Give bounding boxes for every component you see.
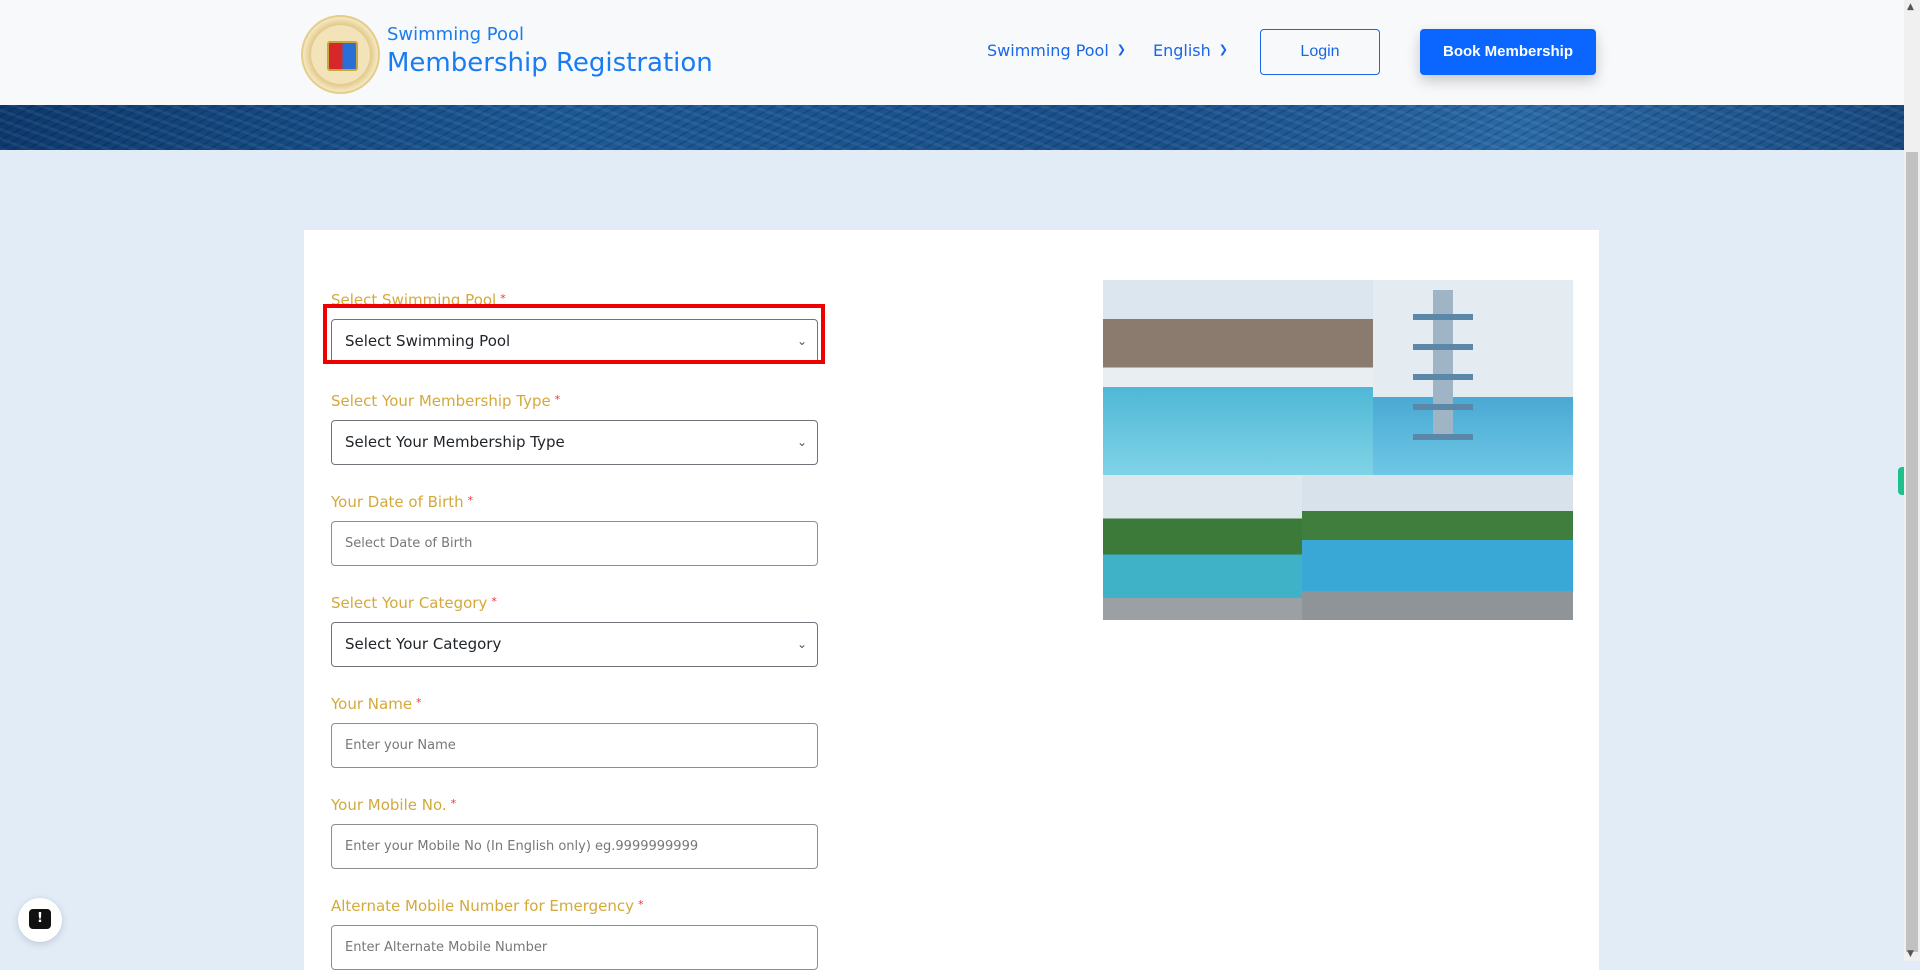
registration-card: Select Swimming Pool * Select Swimming Poo… [304, 230, 1599, 970]
scroll-up-icon[interactable]: ▲ [1907, 2, 1914, 12]
label-text: Select Swimming Pool [331, 291, 497, 309]
scrollbar[interactable]: ▲ ▼ [1904, 0, 1920, 961]
field-5: Your Mobile No. * Enter your Mobile No (In… [331, 796, 818, 869]
chevron-down-icon: ⌄ [796, 435, 807, 449]
pool-photo [1103, 475, 1302, 620]
site-title: Membership Registration [387, 48, 713, 78]
select-dropdown[interactable]: Select Swimming Pool ⌄ [331, 319, 818, 364]
required-mark: * [500, 292, 506, 305]
text-input[interactable]: Select Date of Birth [331, 521, 818, 566]
pool-photo [1302, 475, 1573, 620]
input-placeholder: Enter your Name [345, 738, 456, 753]
header: Swimming Pool Membership Registration Sw… [0, 0, 1904, 105]
nav-label: English [1153, 41, 1211, 60]
field-label: Your Name * [331, 695, 818, 715]
field-4: Your Name * Enter your Name [331, 695, 818, 768]
field-0: Select Swimming Pool * Select Swimming Poo… [331, 291, 818, 364]
field-label: Your Mobile No. * [331, 796, 818, 816]
field-label: Alternate Mobile Number for Emergency * [331, 897, 818, 917]
label-text: Select Your Category [331, 594, 488, 612]
chevron-down-icon: ⌄ [796, 334, 807, 348]
diving-tower-photo [1373, 280, 1573, 475]
login-button[interactable]: Login [1260, 29, 1380, 75]
feedback-icon: ! [29, 909, 51, 929]
label-text: Select Your Membership Type [331, 392, 551, 410]
bmc-logo[interactable] [301, 15, 380, 94]
field-label: Your Date of Birth * [331, 493, 818, 513]
site-subtitle: Swimming Pool [387, 24, 525, 45]
text-input[interactable]: Enter Alternate Mobile Number [331, 925, 818, 970]
nav-language[interactable]: English ❯ [1153, 41, 1228, 60]
required-mark: * [491, 595, 497, 608]
field-label: Select Swimming Pool * [331, 291, 818, 311]
label-text: Your Name [331, 695, 413, 713]
chevron-down-icon: ⌄ [796, 637, 807, 651]
chevron-down-icon: ❯ [1116, 43, 1127, 56]
text-input[interactable]: Enter your Name [331, 723, 818, 768]
input-placeholder: Enter Alternate Mobile Number [345, 940, 548, 955]
field-2: Your Date of Birth * Select Date of Birth [331, 493, 818, 566]
field-3: Select Your Category * Select Your Categor… [331, 594, 818, 667]
required-mark: * [467, 494, 474, 507]
label-text: Alternate Mobile Number for Emergency [331, 897, 635, 915]
nav-label: Swimming Pool [987, 41, 1109, 60]
pool-photo [1103, 280, 1373, 475]
required-mark: * [450, 797, 457, 810]
input-placeholder: Enter your Mobile No (In English only) e… [345, 839, 699, 854]
select-value: Select Swimming Pool [345, 332, 511, 350]
feedback-button[interactable]: ! [18, 898, 62, 942]
field-1: Select Your Membership Type * Select Your … [331, 392, 818, 465]
input-placeholder: Select Date of Birth [345, 536, 473, 551]
required-mark: * [554, 393, 561, 406]
label-text: Your Mobile No. [331, 796, 447, 814]
chevron-down-icon: ❯ [1218, 43, 1228, 56]
field-6: Alternate Mobile Number for Emergency * En… [331, 897, 818, 970]
scroll-down-icon[interactable]: ▼ [1907, 949, 1914, 959]
select-value: Select Your Membership Type [345, 433, 565, 451]
field-label: Select Your Membership Type * [331, 392, 818, 412]
pool-gallery [1103, 280, 1573, 620]
select-dropdown[interactable]: Select Your Membership Type ⌄ [331, 420, 818, 465]
field-label: Select Your Category * [331, 594, 818, 614]
book-membership-button[interactable]: Book Membership [1420, 29, 1596, 75]
required-mark: * [416, 696, 422, 709]
select-value: Select Your Category [345, 635, 502, 653]
scrollbar-thumb[interactable] [1906, 152, 1918, 952]
required-mark: * [638, 898, 644, 911]
text-input[interactable]: Enter your Mobile No (In English only) e… [331, 824, 818, 869]
label-text: Your Date of Birth [331, 493, 464, 511]
logo-shield-icon [327, 41, 358, 71]
select-dropdown[interactable]: Select Your Category ⌄ [331, 622, 818, 667]
water-banner [0, 105, 1904, 150]
nav-swimming-pool[interactable]: Swimming Pool ❯ [987, 41, 1126, 60]
